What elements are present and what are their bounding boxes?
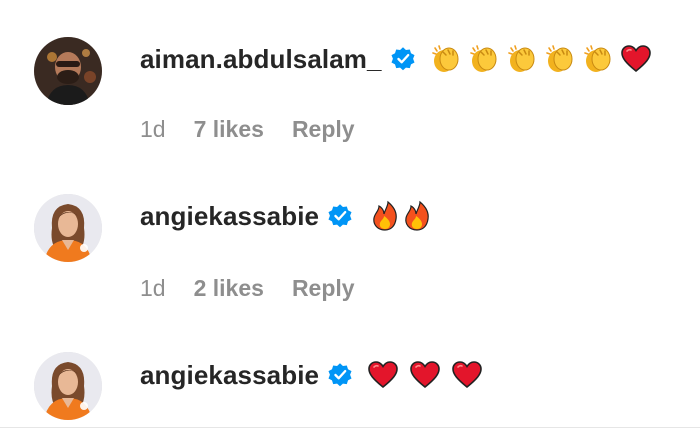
username-link[interactable]: aiman.abdulsalam_ (140, 44, 382, 75)
fire-icon (369, 200, 397, 232)
fire-icon (401, 200, 429, 232)
username-link[interactable]: angiekassabie (140, 360, 319, 391)
reply-button[interactable]: Reply (292, 116, 355, 143)
comment-headline: angiekassabie (140, 199, 433, 233)
verified-badge-icon (327, 362, 353, 388)
red-heart-icon (451, 359, 487, 391)
comment-emoji-text (367, 359, 493, 391)
likes-count-link[interactable]: 7 likes (194, 116, 264, 143)
avatar-image (34, 37, 102, 105)
red-heart-icon (409, 359, 445, 391)
avatar[interactable] (34, 194, 102, 262)
comment-emoji-text (369, 200, 433, 232)
username-link[interactable]: angiekassabie (140, 201, 319, 232)
avatar[interactable] (34, 352, 102, 420)
likes-count-link[interactable]: 2 likes (194, 275, 264, 302)
clapping-hands-icon (468, 43, 500, 75)
verified-badge-icon (327, 203, 353, 229)
avatar[interactable] (34, 37, 102, 105)
comment-meta: 1d 7 likes Reply (140, 115, 355, 143)
verified-badge-icon (390, 46, 416, 72)
avatar-image (34, 194, 102, 262)
clapping-hands-icon (544, 43, 576, 75)
red-heart-icon (367, 359, 403, 391)
clapping-hands-icon (430, 43, 462, 75)
comment-meta: 1d 2 likes Reply (140, 274, 355, 302)
clapping-hands-icon (582, 43, 614, 75)
avatar-image (34, 352, 102, 420)
divider (0, 427, 700, 428)
red-heart-icon (620, 43, 652, 75)
comment-headline: angiekassabie (140, 358, 493, 392)
comment-headline: aiman.abdulsalam_ (140, 42, 658, 76)
comment-timestamp[interactable]: 1d (140, 275, 166, 302)
comment-emoji-text (430, 43, 658, 75)
clapping-hands-icon (506, 43, 538, 75)
reply-button[interactable]: Reply (292, 275, 355, 302)
comment-timestamp[interactable]: 1d (140, 116, 166, 143)
